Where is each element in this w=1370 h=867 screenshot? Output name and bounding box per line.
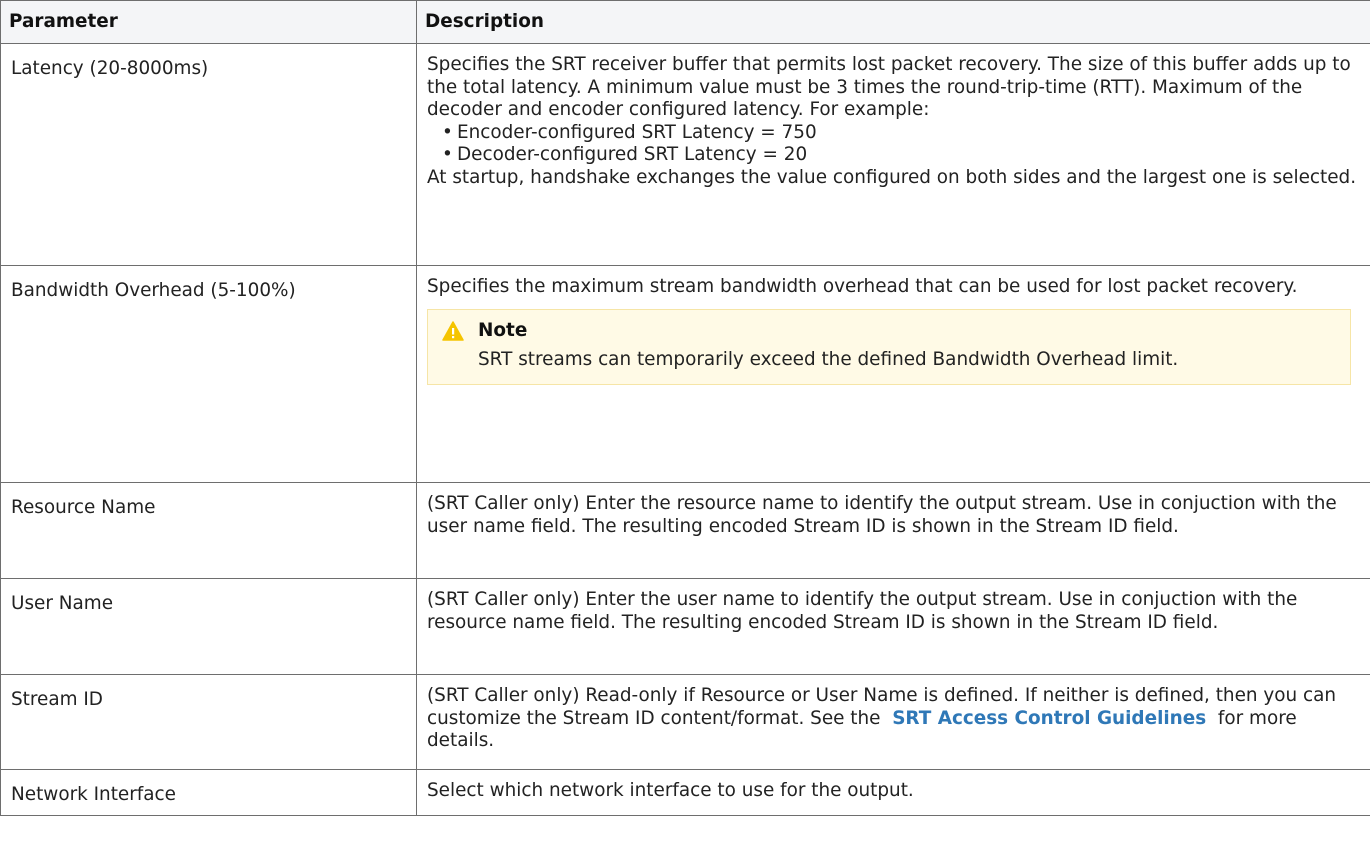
table-header-row: Parameter Description	[0, 0, 1370, 44]
warning-icon	[442, 321, 464, 341]
description-cell: (SRT Caller only) Read-only if Resource …	[416, 674, 1370, 770]
parameter-cell: User Name	[0, 578, 417, 675]
table-row: Resource Name (SRT Caller only) Enter th…	[0, 482, 1370, 579]
header-parameter: Parameter	[0, 0, 417, 44]
description-cell: (SRT Caller only) Enter the resource nam…	[416, 482, 1370, 579]
note-panel: Note SRT streams can temporarily exceed …	[427, 308, 1351, 385]
parameter-cell: Latency (20-8000ms)	[0, 43, 417, 266]
note-header: Note	[440, 320, 1336, 343]
parameter-cell: Bandwidth Overhead (5-100%)	[0, 265, 417, 483]
list-item: Encoder-configured SRT Latency = 750	[442, 122, 1360, 145]
table-row: Bandwidth Overhead (5-100%) Specifies th…	[0, 265, 1370, 483]
table-row: Stream ID (SRT Caller only) Read-only if…	[0, 674, 1370, 770]
table-row: User Name (SRT Caller only) Enter the us…	[0, 578, 1370, 675]
table-row: Network Interface Select which network i…	[0, 769, 1370, 816]
example-list: Encoder-configured SRT Latency = 750 Dec…	[427, 122, 1360, 167]
parameter-cell: Stream ID	[0, 674, 417, 770]
table-row: Latency (20-8000ms) Specifies the SRT re…	[0, 43, 1370, 266]
description-cell: Specifies the maximum stream bandwidth o…	[416, 265, 1370, 483]
list-item: Decoder-configured SRT Latency = 20	[442, 144, 1360, 167]
description-cell: Select which network interface to use fo…	[416, 769, 1370, 816]
description-text: At startup, handshake exchanges the valu…	[427, 166, 1357, 188]
note-title: Note	[478, 319, 528, 341]
description-text: Specifies the maximum stream bandwidth o…	[427, 276, 1298, 297]
note-text: SRT streams can temporarily exceed the d…	[478, 349, 1179, 370]
description-cell: Specifies the SRT receiver buffer that p…	[416, 43, 1370, 266]
header-description: Description	[416, 0, 1370, 44]
description-text: Specifies the SRT receiver buffer that p…	[427, 54, 1351, 120]
parameter-cell: Network Interface	[0, 769, 417, 816]
parameters-table: Parameter Description Latency (20-8000ms…	[0, 0, 1370, 816]
description-cell: (SRT Caller only) Enter the user name to…	[416, 578, 1370, 675]
srt-access-control-link[interactable]: SRT Access Control Guidelines	[892, 708, 1206, 729]
parameter-cell: Resource Name	[0, 482, 417, 579]
